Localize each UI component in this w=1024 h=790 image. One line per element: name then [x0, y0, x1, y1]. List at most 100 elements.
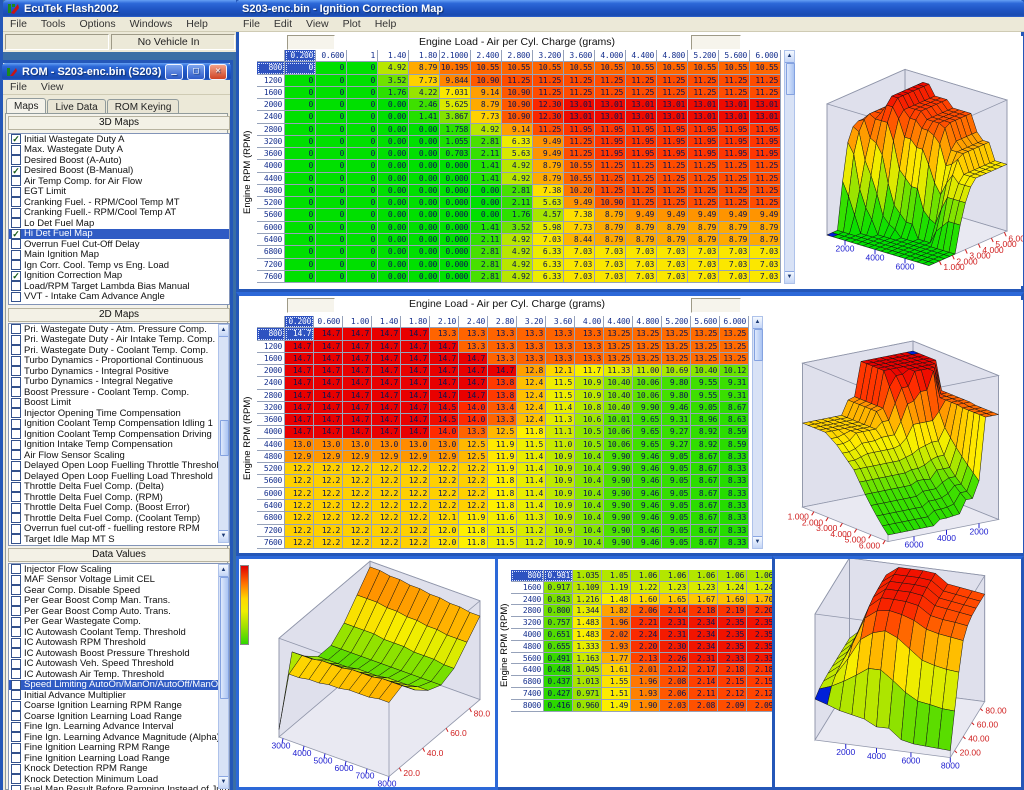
map-cell[interactable]: 13.25 [720, 353, 749, 365]
map-cell[interactable]: 14.7 [314, 365, 343, 377]
map-cell[interactable]: 11.25 [564, 87, 595, 99]
map-cell[interactable]: 0.00 [409, 124, 440, 136]
row-header[interactable]: 2800 [257, 390, 285, 402]
map-cell[interactable]: 13.01 [688, 99, 719, 111]
map-cell[interactable]: 2.08 [660, 676, 689, 688]
map-cell[interactable]: 8.33 [720, 451, 749, 463]
map-cell[interactable]: 14.7 [430, 377, 459, 389]
map-cell[interactable]: 8.79 [626, 234, 657, 246]
map-cell[interactable]: 0 [285, 62, 316, 74]
map-list-item[interactable]: Ignition Coolant Temp Compensation Drivi… [9, 429, 229, 440]
col-header[interactable]: 4.400 [626, 50, 657, 62]
map-cell[interactable]: 14.7 [372, 402, 401, 414]
row-header[interactable]: 800 [257, 62, 285, 74]
map-cell[interactable]: 7.03 [750, 271, 781, 283]
map-cell[interactable]: 0.00 [409, 173, 440, 185]
map-cell[interactable]: 7.03 [564, 246, 595, 258]
map-cell[interactable]: 14.7 [314, 402, 343, 414]
map-cell[interactable]: 13.25 [604, 341, 633, 353]
map-cell[interactable]: 7.38 [564, 209, 595, 221]
map-cell[interactable]: 9.90 [604, 537, 633, 549]
map-cell[interactable]: 11.5 [517, 439, 546, 451]
map-cell[interactable]: 10.9 [546, 537, 575, 549]
map-list-item[interactable]: Fine Ignition Learning RPM Range [9, 743, 229, 754]
map-cell[interactable]: 7.03 [719, 271, 750, 283]
checkbox[interactable] [11, 617, 21, 627]
map-cell[interactable]: 12.2 [285, 537, 314, 549]
map-cell[interactable]: 4.92 [502, 173, 533, 185]
map-cell[interactable]: 14.7 [372, 341, 401, 353]
map-cell[interactable]: 14.7 [314, 353, 343, 365]
fuel-table-scrollbar[interactable]: ▲ ▼ [752, 316, 763, 549]
map-cell[interactable]: 10.40 [604, 390, 633, 402]
map-cell[interactable]: 1.216 [573, 594, 602, 606]
checkbox[interactable] [11, 774, 21, 784]
map-cell[interactable]: 11.25 [688, 185, 719, 197]
col-header[interactable]: 4.800 [633, 316, 662, 328]
map-cell[interactable]: 8.67 [720, 402, 749, 414]
map-cell[interactable]: 6.33 [533, 271, 564, 283]
map-cell[interactable]: 14.7 [285, 377, 314, 389]
map-cell[interactable]: 11.4 [517, 463, 546, 475]
map-cell[interactable]: 0.427 [544, 688, 573, 700]
map-cell[interactable]: 12.1 [430, 512, 459, 524]
map-cell[interactable]: 0.00 [409, 136, 440, 148]
map-cell[interactable]: 11.25 [688, 160, 719, 172]
map-cell[interactable]: 7.03 [626, 271, 657, 283]
map-cell[interactable]: 8.59 [720, 439, 749, 451]
map-cell[interactable]: 1.109 [573, 582, 602, 594]
map-cell[interactable]: 1.76 [502, 209, 533, 221]
map-cell[interactable]: 11.25 [564, 148, 595, 160]
map-cell[interactable]: 0 [316, 197, 347, 209]
map-cell[interactable]: 11.5 [488, 537, 517, 549]
checkbox[interactable] [11, 260, 21, 270]
map-list-item[interactable]: Injector Flow Scaling [9, 564, 229, 575]
map-cell[interactable]: 0.00 [378, 99, 409, 111]
map-cell[interactable]: 8.96 [691, 414, 720, 426]
col-header[interactable]: 0.200 [285, 50, 316, 62]
map-cell[interactable]: 2.20 [631, 641, 660, 653]
table-corner-cell[interactable] [257, 50, 285, 62]
map-cell[interactable]: 13.0 [372, 439, 401, 451]
map-cell[interactable]: 9.844 [440, 75, 471, 87]
map-cell[interactable]: 1.77 [602, 653, 631, 665]
map-cell[interactable]: 13.25 [662, 341, 691, 353]
map-cell[interactable]: 1.96 [602, 617, 631, 629]
map-cell[interactable]: 8.33 [720, 463, 749, 475]
row-header[interactable]: 5600 [257, 475, 285, 487]
map-cell[interactable]: 11.25 [626, 75, 657, 87]
map-cell[interactable]: 0.00 [409, 234, 440, 246]
map-cell[interactable]: 12.2 [285, 512, 314, 524]
map-cell[interactable]: 12.4 [517, 390, 546, 402]
map-cell[interactable]: 0 [347, 111, 378, 123]
map-cell[interactable]: 10.55 [564, 160, 595, 172]
map-list-item[interactable]: Per Gear Boost Comp Man. Trans. [9, 596, 229, 607]
checkbox[interactable] [11, 419, 21, 429]
row-header[interactable]: 6400 [257, 234, 285, 246]
map-cell[interactable]: 13.8 [488, 390, 517, 402]
map-cell[interactable]: 0 [285, 124, 316, 136]
map-list-item[interactable]: Throttle Delta Fuel Comp. (Coolant Temp) [9, 513, 229, 524]
map-cell[interactable]: 11.9 [488, 451, 517, 463]
map-cell[interactable]: 8.67 [691, 537, 720, 549]
map-cell[interactable]: 0 [316, 209, 347, 221]
map-cell[interactable]: 10.9 [546, 451, 575, 463]
row-header[interactable]: 6400 [257, 500, 285, 512]
map-cell[interactable]: 10.90 [502, 87, 533, 99]
map-cell[interactable]: 13.25 [691, 341, 720, 353]
map-list-item[interactable]: Ignition Intake Temp Compensation [9, 440, 229, 451]
map-cell[interactable]: 2.11 [471, 234, 502, 246]
map-list-item[interactable]: Fine Ign. Learning Advance Magnitude (Al… [9, 732, 229, 743]
map-cell[interactable]: 0 [347, 209, 378, 221]
map-cell[interactable]: 9.46 [633, 525, 662, 537]
map-cell[interactable]: 11.95 [719, 136, 750, 148]
col-header[interactable]: 6.000 [720, 316, 749, 328]
row-header[interactable]: 7600 [257, 537, 285, 549]
maximize-button[interactable]: □ [187, 64, 205, 80]
row-header[interactable]: 4800 [511, 641, 544, 653]
bottom-left-3d-plot[interactable]: 30004000500060007000800020.040.060.080.0 [249, 559, 495, 787]
map-cell[interactable]: 9.80 [662, 390, 691, 402]
map-cell[interactable]: 14.7 [314, 377, 343, 389]
menu-item-edit[interactable]: Edit [267, 18, 299, 30]
map-cell[interactable]: 13.01 [688, 111, 719, 123]
